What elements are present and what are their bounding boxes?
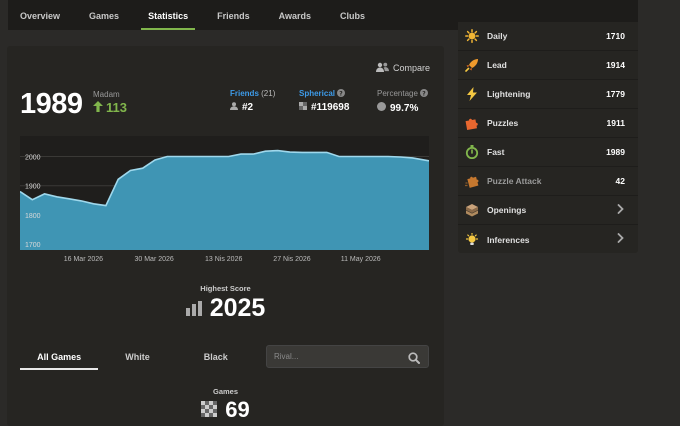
lightbulb-icon [465,232,479,247]
tab-statistics[interactable]: Statistics [141,0,196,30]
rocket-icon [465,58,479,72]
compare-button[interactable]: Compare [375,62,430,74]
sun-icon [465,29,479,43]
games-count: 69 [7,397,444,423]
rating-row-inferences[interactable]: Inferences [458,225,638,254]
tab-friends[interactable]: Friends [217,0,250,30]
games-label: Games [212,387,239,396]
book-icon [465,203,479,217]
ratings-panel: Daily 1710 Lead 1914 Lightening 1779 Puz… [458,22,638,253]
percentile-label: Percentage [377,89,418,98]
highest-score: 2025 [7,294,444,323]
global-stat: Spherical ? #119698 [299,89,349,113]
chart-x-tick: 27 Nis 2026 [273,256,311,263]
rating-delta: 113 [93,100,127,115]
chart-y-tick: 2000 [25,154,41,161]
globe-grid-icon [299,102,307,113]
chessboard-icon [201,397,218,423]
puzzle-icon [465,116,479,130]
search-icon[interactable] [408,351,420,369]
chart-y-tick: 1700 [25,242,41,249]
rating-row-puzzle-attack[interactable]: Puzzle Attack 42 [458,167,638,196]
compare-label: Compare [392,63,430,73]
bar-chart-icon [185,294,202,323]
rating-score: 1779 [606,89,625,99]
rating-chart-svg: 2000 1900 1800 1700 [20,149,429,250]
friends-count: (21) [261,89,276,98]
current-rating: 1989 [20,88,83,120]
rating-chart[interactable]: 2000 1900 1800 1700 [20,136,429,250]
chart-y-tick: 1800 [25,213,41,220]
global-rank: #119698 [311,102,350,113]
percentile-stat: Percentage ? 99.7% [377,89,429,114]
users-icon [375,62,389,74]
tab-overview[interactable]: Overview [20,0,60,30]
highest-score-label: Highest Score [200,284,251,293]
rating-name: Lightening [487,89,531,99]
chart-x-axis: 16 Mar 2026 30 Mar 2026 13 Nis 2026 27 Nis … [20,256,429,268]
global-link[interactable]: Spherical [299,89,335,98]
delta-value: 113 [106,100,127,115]
arrow-up-icon [93,100,103,115]
rival-input[interactable] [274,352,404,361]
rating-name: Daily [487,31,508,41]
rating-row-puzzles[interactable]: Puzzles 1911 [458,109,638,138]
rating-score: 42 [615,176,625,186]
tab-black[interactable]: Black [177,344,255,370]
rating-score: 1911 [606,118,625,128]
svg-text:?: ? [340,90,344,97]
rating-name: Inferences [487,234,530,245]
rating-row-openings[interactable]: Openings [458,196,638,225]
chart-x-tick: 13 Nis 2026 [204,256,243,263]
chart-x-tick: 11 May 2026 [340,256,381,263]
chart-y-tick: 1900 [25,184,41,191]
rating-row-lead[interactable]: Lead 1914 [458,51,638,80]
friends-rank: #2 [242,102,254,113]
info-icon[interactable]: ? [337,89,346,98]
highest-score-value: 2025 [209,294,266,322]
games-value: 69 [225,397,250,422]
percentile-value: 99.7% [390,102,419,114]
rating-name: Puzzles [487,118,519,128]
chart-x-tick: 30 Mar 2026 [134,256,174,263]
tab-white[interactable]: White [98,344,176,370]
tab-clubs[interactable]: Clubs [340,0,365,30]
chart-x-tick: 16 Mar 2026 [63,256,104,263]
rating-name: Lead [487,60,507,70]
game-color-tabs: All Games White Black [20,344,255,370]
rating-name: Puzzle Attack [487,176,542,186]
stats-card: Compare 1989 Madam 113 Friends (21) #2 S… [7,46,444,426]
circle-icon [377,102,386,114]
svg-text:?: ? [422,90,426,97]
tab-games[interactable]: Games [89,0,119,30]
friends-stat: Friends (21) #2 [230,89,275,113]
rating-row-lightening[interactable]: Lightening 1779 [458,80,638,109]
rating-name: Openings [487,205,527,215]
tab-awards[interactable]: Awards [279,0,311,30]
chevron-right-icon[interactable] [617,203,624,217]
rating-name: Fast [487,147,505,157]
rival-search [266,345,429,368]
rating-row-fast[interactable]: Fast 1989 [458,138,638,167]
rating-row-daily[interactable]: Daily 1710 [458,22,638,51]
rating-score: 1914 [606,60,625,70]
lightning-icon [465,87,479,101]
timer-icon [465,145,479,159]
chevron-right-icon[interactable] [617,233,624,246]
rating-score: 1989 [606,147,625,157]
puzzle-rush-icon [465,174,479,188]
tab-all-games[interactable]: All Games [20,344,99,370]
title-label: Madam [93,90,120,99]
rating-score: 1710 [606,31,625,41]
friends-link[interactable]: Friends [230,89,259,98]
person-icon [230,102,238,113]
info-icon[interactable]: ? [420,89,429,98]
